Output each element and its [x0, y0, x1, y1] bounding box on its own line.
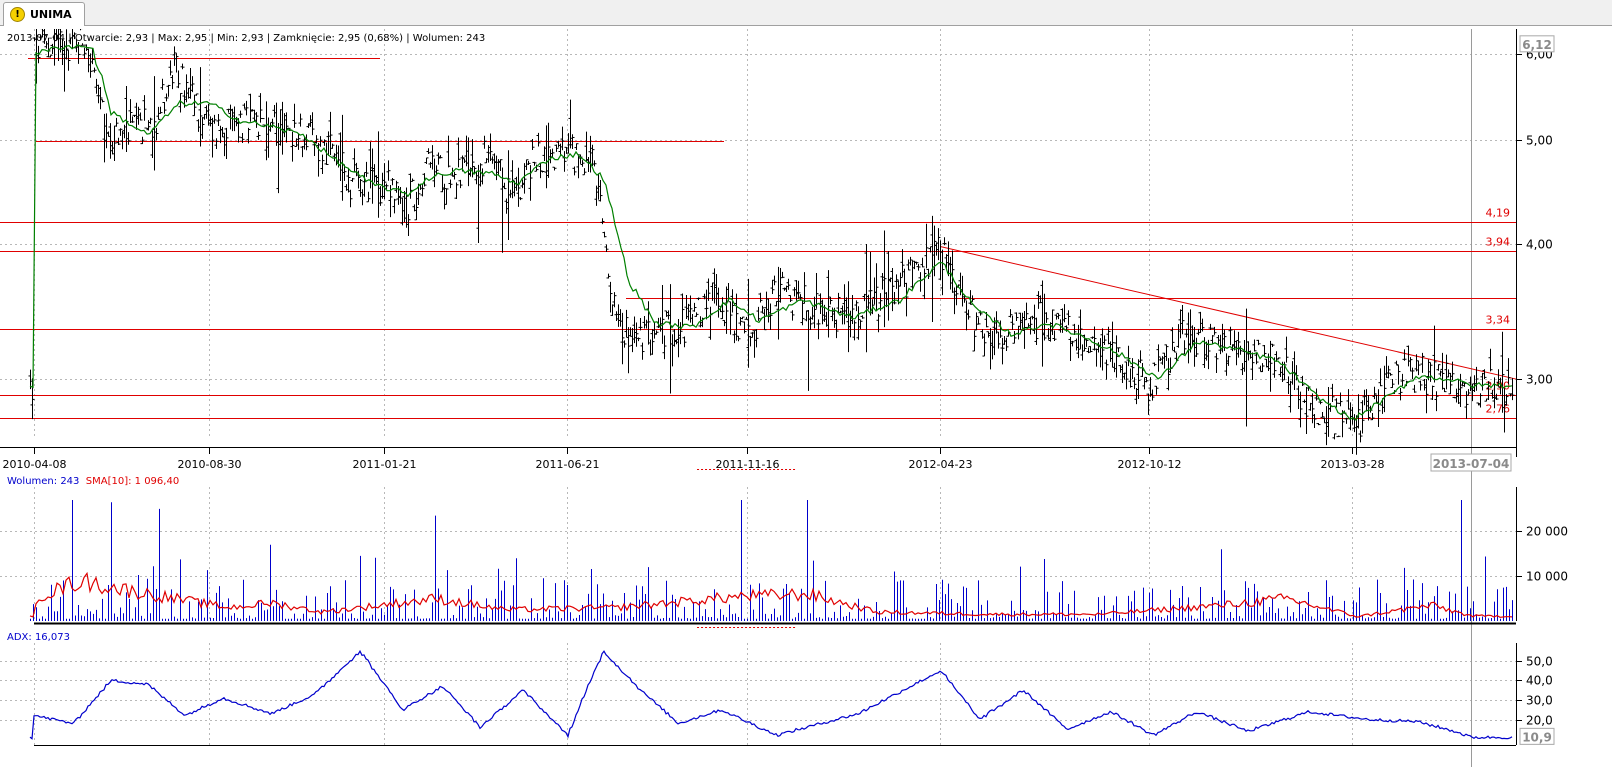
time-tick-label: 2011-06-21 — [536, 458, 600, 471]
warning-icon: ! — [10, 7, 25, 22]
level-label: 3,94 — [1486, 236, 1511, 249]
adx-tick-label: 30,0 — [1526, 694, 1553, 708]
time-tick-label: 2012-10-12 — [1118, 458, 1182, 471]
adx-tick-label: 20,0 — [1526, 714, 1553, 728]
current-date-label: 2013-07-04 — [1433, 457, 1510, 471]
level-label: 4,19 — [1486, 207, 1511, 220]
price-tick-label: 4,00 — [1526, 238, 1553, 252]
tab-bar: ! UNIMA — [0, 0, 1612, 26]
volume-sma-line — [29, 571, 1513, 618]
price-max-label: 6,12 — [1522, 38, 1552, 52]
price-tick-label: 3,00 — [1526, 373, 1553, 387]
volume-tick-label: 20 000 — [1526, 525, 1568, 539]
volume-bars — [30, 499, 1513, 621]
adx-tick-label: 50,0 — [1526, 655, 1553, 669]
time-tick-label: 2013-03-28 — [1321, 458, 1385, 471]
tab-unima[interactable]: ! UNIMA — [3, 2, 85, 26]
volume-sma-label: SMA[10]: 1 096,40 — [85, 476, 180, 487]
adx-info-line: ADX: 16,073 — [7, 632, 70, 643]
price-sma-line — [29, 44, 1513, 422]
volume-label: Wolumen: 243 — [7, 476, 80, 487]
tab-label: UNIMA — [30, 8, 72, 21]
price-bars — [28, 29, 1515, 455]
time-tick-label: 2012-04-23 — [909, 458, 973, 471]
volume-info-line: Wolumen: 243 SMA[10]: 1 096,40 — [7, 476, 179, 487]
chart-area[interactable]: 2010-04-08 2010-08-30 2011-01-21 2011-06-21… — [0, 29, 1612, 767]
chart-svg[interactable]: 2010-04-08 2010-08-30 2011-01-21 2011-06-21… — [0, 29, 1612, 767]
volume-tick-label: 10 000 — [1526, 570, 1568, 584]
adx-tick-label: 40,0 — [1526, 674, 1553, 688]
adx-line — [29, 649, 1513, 740]
level-label: 3,34 — [1486, 314, 1511, 327]
time-tick-label: 2010-04-08 — [3, 458, 67, 471]
price-info-line: 2013-07-04 | Otwarcie: 2,93 | Max: 2,95 … — [7, 33, 486, 44]
time-tick-label: 2010-08-30 — [178, 458, 242, 471]
price-tick-label: 5,00 — [1526, 134, 1553, 148]
time-tick-label: 2011-01-21 — [353, 458, 417, 471]
adx-last-label: 10,9 — [1522, 730, 1552, 744]
